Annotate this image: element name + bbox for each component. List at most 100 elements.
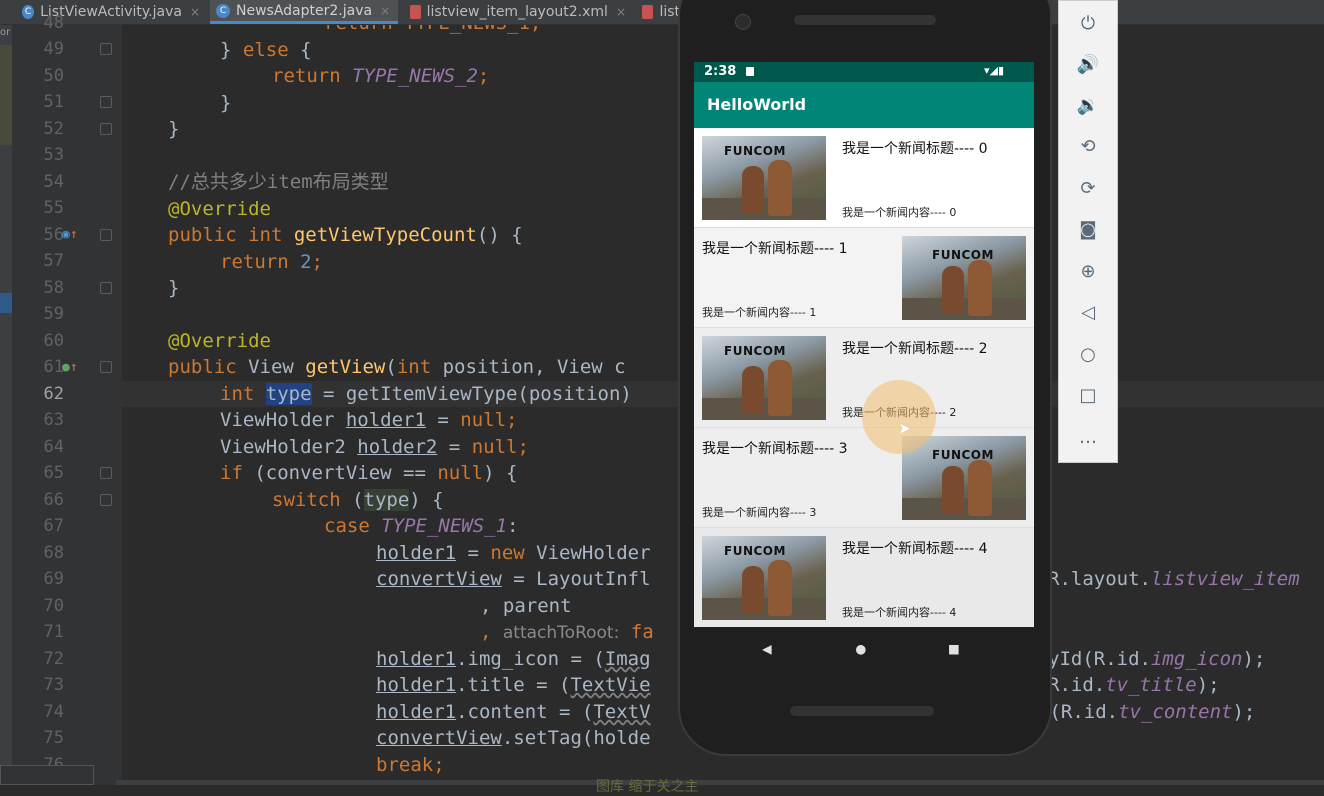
code-token: { bbox=[288, 39, 312, 61]
tab-listview-item-layout2[interactable]: listview_item_layout2.xml × bbox=[404, 0, 632, 24]
earpiece-speaker bbox=[794, 15, 936, 25]
fold-marker[interactable] bbox=[100, 123, 112, 135]
home-nav-button[interactable]: ● bbox=[856, 639, 866, 658]
code-token: R.layout. bbox=[1048, 568, 1151, 590]
tab-label: list bbox=[659, 4, 680, 20]
code-line-70: , parent bbox=[480, 593, 572, 619]
news-thumbnail: FUNCOM bbox=[702, 536, 826, 620]
notification-icon bbox=[746, 67, 754, 76]
news-content: 我是一个新闻内容---- 4 bbox=[842, 606, 957, 619]
strip-label: or bbox=[0, 27, 11, 38]
horizontal-scrollbar[interactable] bbox=[116, 780, 1324, 785]
code-token: = bbox=[425, 409, 461, 431]
volume-down-icon[interactable]: 🔉 bbox=[1059, 95, 1117, 116]
screenshot-icon[interactable]: ◙ bbox=[1059, 219, 1117, 240]
list-item[interactable]: 我是一个新闻标题---- 1 我是一个新闻内容---- 1 FUNCOM bbox=[694, 228, 1034, 328]
power-icon[interactable]: ⏻ bbox=[1059, 13, 1117, 34]
fold-marker[interactable] bbox=[100, 96, 112, 108]
code-line-51: } bbox=[220, 90, 231, 116]
close-icon[interactable]: × bbox=[616, 5, 626, 19]
thumbnail-figure bbox=[742, 566, 764, 614]
rotate-right-icon[interactable]: ⟳ bbox=[1059, 178, 1117, 199]
thumbnail-figure bbox=[968, 460, 992, 516]
list-item[interactable]: 我是一个新闻标题---- 3 我是一个新闻内容---- 3 FUNCOM bbox=[694, 428, 1034, 528]
code-token: , parent bbox=[480, 595, 572, 617]
code-line-72: holder1.img_icon = (Imag bbox=[376, 646, 651, 672]
code-token: (convertView == bbox=[242, 462, 438, 484]
code-token: listview_item bbox=[1150, 568, 1300, 590]
fold-marker[interactable] bbox=[100, 361, 112, 373]
code-token: R.id. bbox=[1048, 674, 1106, 696]
fold-marker[interactable] bbox=[100, 282, 112, 294]
tab-list[interactable]: list bbox=[636, 0, 686, 24]
scroll-marker bbox=[0, 45, 12, 145]
editor-tab-bar: C ListViewActivity.java × C NewsAdapter2… bbox=[0, 0, 1324, 25]
line-number: 48 bbox=[43, 13, 64, 33]
fold-marker[interactable] bbox=[100, 229, 112, 241]
code-token: , bbox=[480, 621, 503, 643]
back-nav-button[interactable]: ◀ bbox=[762, 639, 772, 658]
line-number: 66 bbox=[43, 490, 64, 510]
rotate-left-icon[interactable]: ⟲ bbox=[1059, 136, 1117, 157]
scroll-marker bbox=[0, 293, 12, 313]
volume-up-icon[interactable]: 🔊 bbox=[1059, 54, 1117, 75]
line-number: 70 bbox=[43, 596, 64, 616]
bottom-panel-tab[interactable] bbox=[0, 765, 94, 785]
override-method-icon[interactable]: ◉↑ bbox=[62, 227, 78, 243]
status-bar: 2:38 ▾◢▮ bbox=[694, 62, 1034, 82]
code-token: position, View c bbox=[431, 356, 626, 378]
code-token: if bbox=[220, 462, 243, 484]
code-line-72-tail: yId(R.id.img_icon); bbox=[1048, 646, 1265, 672]
code-line-68: holder1 = new ViewHolder bbox=[376, 540, 651, 566]
back-icon[interactable]: ◁ bbox=[1059, 302, 1117, 323]
code-token: .img_icon = ( bbox=[456, 648, 605, 670]
news-title: 我是一个新闻标题---- 0 bbox=[842, 141, 988, 157]
news-thumbnail: FUNCOM bbox=[702, 136, 826, 220]
code-line-55: @Override bbox=[168, 196, 271, 222]
code-token: TYPE_NEWS_1 bbox=[381, 515, 508, 537]
code-token: holder2 bbox=[357, 436, 438, 458]
close-icon[interactable]: × bbox=[190, 5, 200, 19]
fold-marker[interactable] bbox=[100, 494, 112, 506]
signal-battery-icon: ▾◢▮ bbox=[984, 64, 1005, 77]
code-token: int bbox=[396, 356, 432, 378]
implement-method-icon[interactable]: ●↑ bbox=[62, 360, 78, 376]
fold-marker[interactable] bbox=[100, 43, 112, 55]
list-item[interactable]: FUNCOM 我是一个新闻标题---- 4 我是一个新闻内容---- 4 bbox=[694, 528, 1034, 627]
code-token: ; bbox=[506, 409, 518, 431]
news-title: 我是一个新闻标题---- 2 bbox=[842, 341, 988, 357]
home-icon[interactable]: ○ bbox=[1059, 344, 1117, 365]
tab-newsadapter2[interactable]: C NewsAdapter2.java × bbox=[210, 0, 398, 24]
more-icon[interactable]: … bbox=[1059, 427, 1117, 448]
xml-file-icon bbox=[410, 5, 421, 19]
list-item[interactable]: FUNCOM 我是一个新闻标题---- 0 我是一个新闻内容---- 0 bbox=[694, 128, 1034, 228]
code-token: ; bbox=[433, 754, 445, 776]
tab-label: NewsAdapter2.java bbox=[236, 2, 373, 19]
code-token: .setTag( bbox=[501, 727, 594, 749]
xml-file-icon bbox=[642, 5, 654, 19]
line-number: 73 bbox=[43, 675, 64, 695]
code-comment: //总共多少item布局类型 bbox=[168, 171, 389, 193]
tab-label: listview_item_layout2.xml bbox=[426, 4, 608, 20]
line-number: 57 bbox=[43, 251, 64, 271]
thumbnail-figure bbox=[742, 166, 764, 214]
close-icon[interactable]: × bbox=[380, 4, 390, 18]
fold-marker[interactable] bbox=[100, 467, 112, 479]
funcom-logo: FUNCOM bbox=[724, 344, 786, 358]
code-token: ; bbox=[517, 436, 529, 458]
code-line-58: } bbox=[168, 275, 179, 301]
line-number: 54 bbox=[43, 172, 64, 192]
code-token: switch bbox=[272, 489, 341, 511]
recents-nav-button[interactable]: ■ bbox=[949, 639, 959, 658]
overview-icon[interactable]: □ bbox=[1059, 385, 1117, 406]
code-token: } bbox=[168, 277, 180, 299]
code-token: : bbox=[507, 515, 519, 537]
emulator-screen[interactable]: 2:38 ▾◢▮ HelloWorld FUNCOM 我是一个新闻标题---- … bbox=[694, 62, 1034, 627]
line-number: 50 bbox=[43, 66, 64, 86]
code-line-76: break; bbox=[376, 752, 445, 778]
code-line-73-tail: R.id.tv_title); bbox=[1048, 672, 1220, 698]
zoom-icon[interactable]: ⊕ bbox=[1059, 261, 1117, 282]
line-number: 64 bbox=[43, 437, 64, 457]
code-token: } bbox=[168, 118, 180, 140]
code-token: } bbox=[220, 39, 243, 61]
